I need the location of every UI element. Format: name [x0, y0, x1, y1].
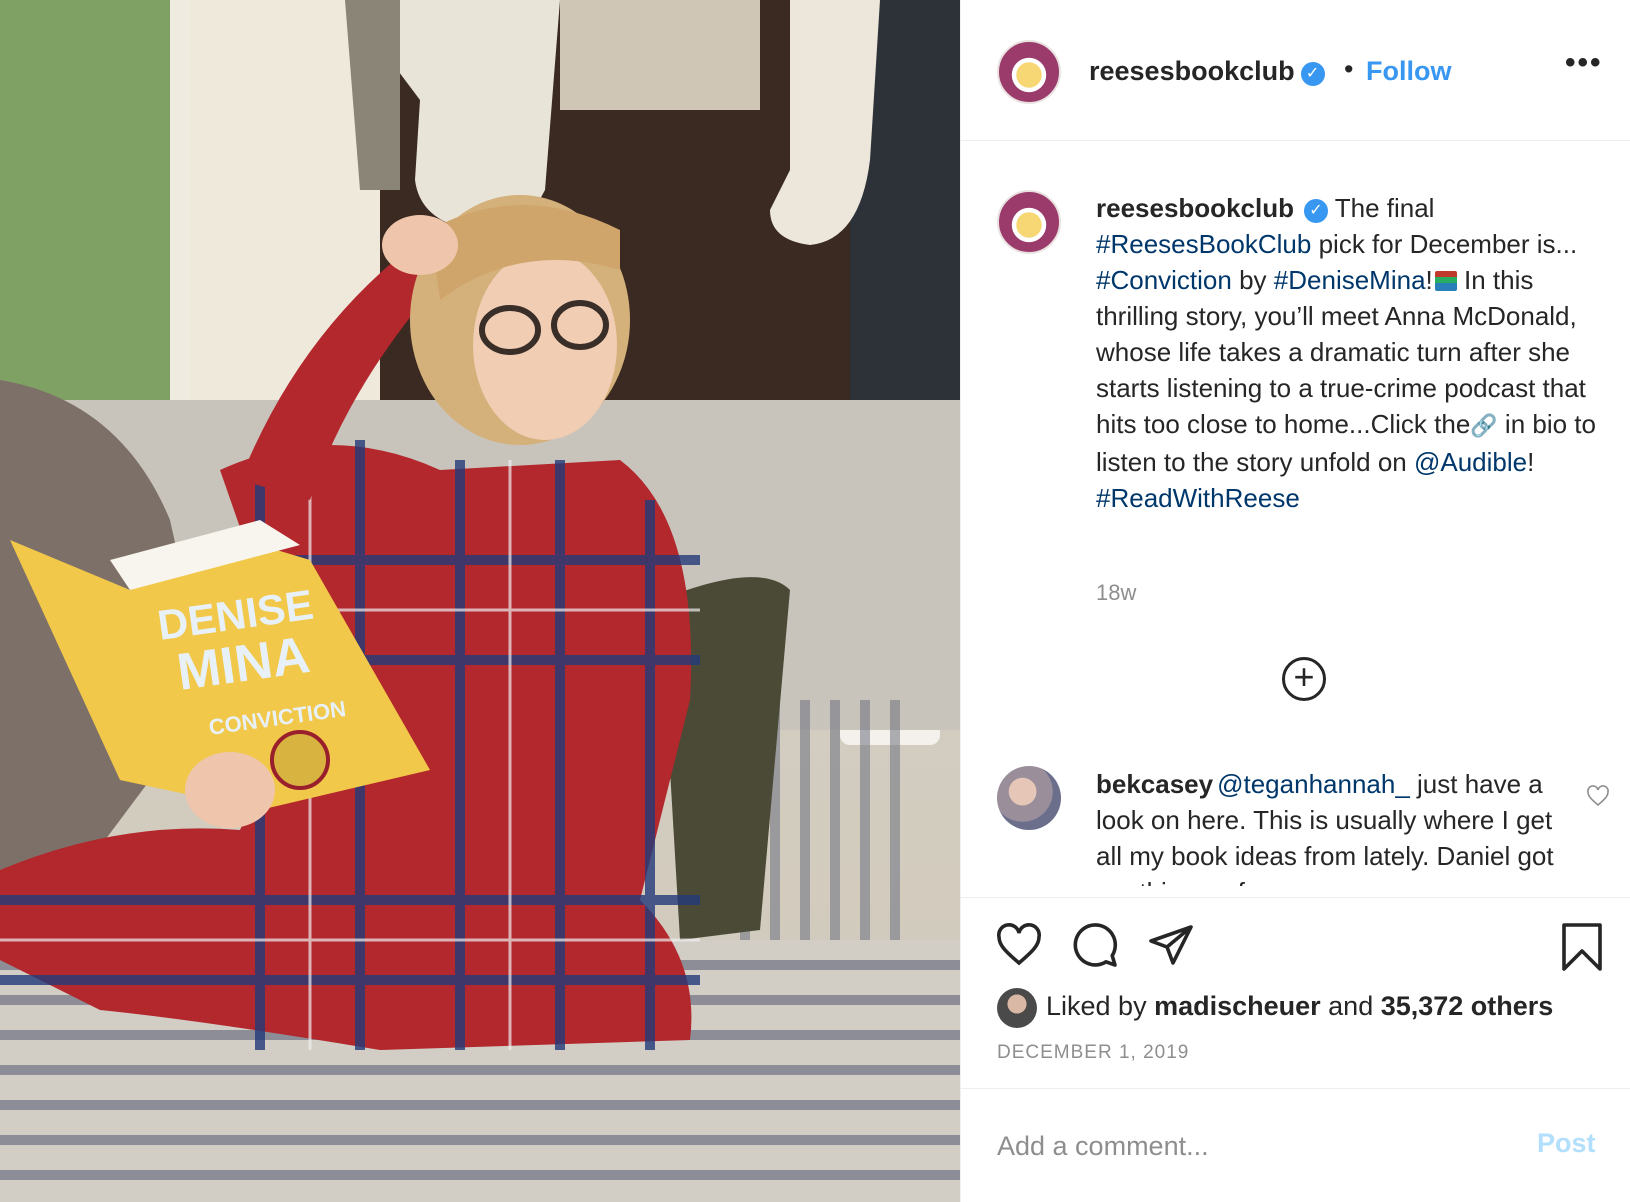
- hashtag-link[interactable]: #ReadWithReese: [1096, 483, 1300, 513]
- mention-link[interactable]: @teganhannah_: [1217, 769, 1410, 799]
- post-date[interactable]: DECEMBER 1, 2019: [997, 1042, 1189, 1064]
- caption-text: pick for December is...: [1311, 229, 1578, 259]
- post-side-panel: reesesbookclub ✓ • Follow ••• reesesbookc…: [960, 0, 1630, 1202]
- hashtag-link[interactable]: #Conviction: [1096, 265, 1232, 295]
- separator-dot: •: [1344, 54, 1354, 84]
- follow-button[interactable]: Follow: [1366, 56, 1451, 87]
- author-username[interactable]: reesesbookclub: [1089, 56, 1295, 86]
- share-icon[interactable]: [1147, 921, 1195, 969]
- add-comment-input[interactable]: [997, 1126, 1497, 1166]
- likes-summary: Liked by madischeuer and 35,372 others: [1046, 991, 1553, 1022]
- liker-username[interactable]: madischeuer: [1154, 991, 1321, 1021]
- caption-text: by: [1231, 265, 1274, 295]
- more-options-icon[interactable]: •••: [1565, 46, 1603, 80]
- post-photo[interactable]: R: [0, 0, 960, 1202]
- comment-icon[interactable]: [1071, 921, 1119, 969]
- caption-author-avatar[interactable]: [997, 190, 1061, 254]
- bookmark-icon[interactable]: [1558, 921, 1606, 973]
- caption-timestamp[interactable]: 18w: [1096, 580, 1136, 606]
- likes-middle: and: [1320, 991, 1381, 1021]
- books-emoji-icon: [1434, 271, 1457, 291]
- caption-text: !: [1425, 265, 1433, 295]
- caption-username[interactable]: reesesbookclub: [1096, 193, 1294, 223]
- verified-badge-icon: ✓: [1300, 62, 1325, 86]
- comment-divider: [961, 1088, 1630, 1089]
- commenter-username[interactable]: bekcasey: [1096, 769, 1213, 799]
- post-caption: reesesbookclub ✓ The final #ReesesBookClu…: [1096, 190, 1601, 516]
- verified-badge-icon: ✓: [1303, 199, 1328, 223]
- mention-link[interactable]: @Audible: [1414, 447, 1527, 477]
- link-emoji-icon: 🔗: [1470, 413, 1498, 438]
- comment-heart-icon[interactable]: [1586, 784, 1610, 808]
- actions-divider: [961, 897, 1630, 898]
- comment-item: bekcasey @teganhannah_ just have a look o…: [1096, 766, 1566, 886]
- caption-text: The final: [1327, 193, 1435, 223]
- caption-text: !: [1527, 447, 1535, 477]
- likes-count[interactable]: 35,372 others: [1381, 991, 1554, 1021]
- liker-avatar[interactable]: [997, 988, 1037, 1028]
- add-circle-icon[interactable]: +: [1282, 657, 1326, 701]
- header-divider: [961, 140, 1630, 141]
- post-photo-illustration: R: [0, 0, 960, 1202]
- hashtag-link[interactable]: #DeniseMina: [1274, 265, 1426, 295]
- author-username-row: reesesbookclub ✓: [1089, 56, 1325, 87]
- commenter-avatar[interactable]: [997, 766, 1061, 830]
- author-avatar[interactable]: [997, 40, 1061, 104]
- post-comment-button[interactable]: Post: [1537, 1128, 1596, 1159]
- hashtag-link[interactable]: #ReesesBookClub: [1096, 229, 1311, 259]
- likes-prefix: Liked by: [1046, 991, 1155, 1021]
- heart-icon[interactable]: [995, 921, 1043, 969]
